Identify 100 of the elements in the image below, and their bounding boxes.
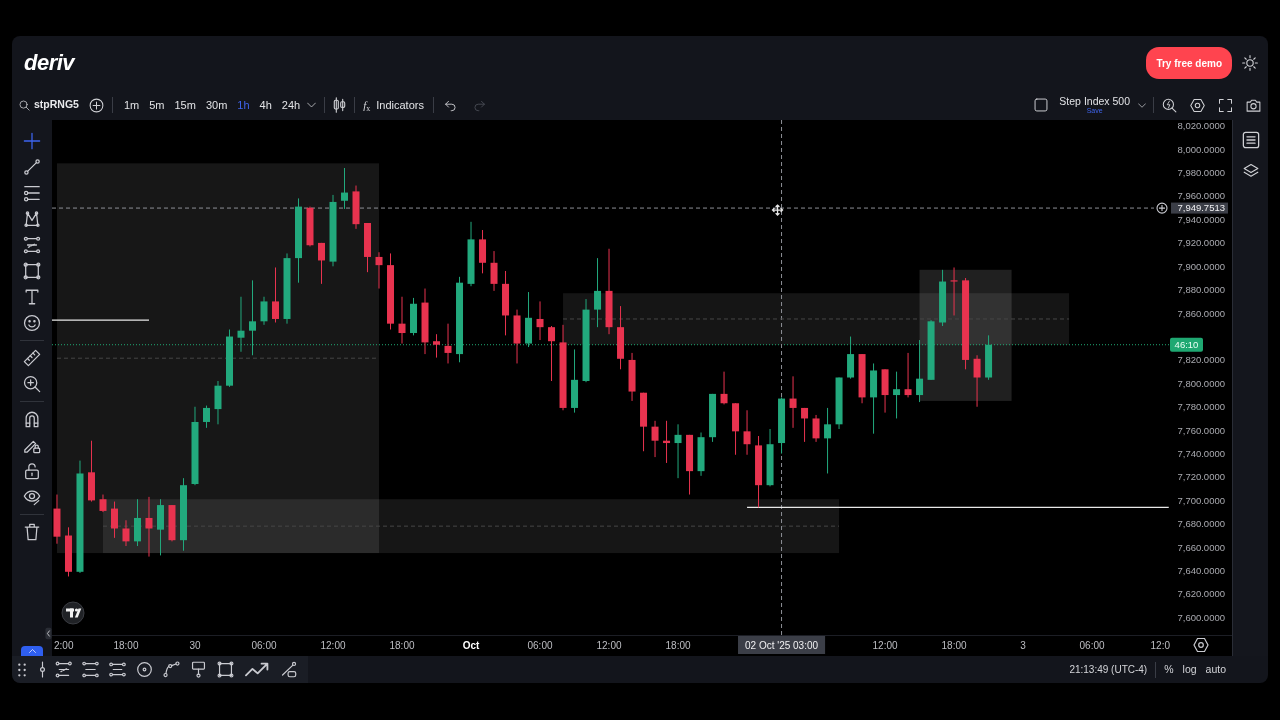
candle	[628, 352, 636, 402]
candle	[824, 407, 832, 474]
candle	[536, 300, 544, 341]
chevron-down-icon[interactable]	[307, 102, 317, 108]
candle	[168, 504, 176, 542]
candle	[686, 434, 694, 496]
interval-tab[interactable]: 30m	[201, 95, 232, 115]
candle	[111, 501, 118, 539]
interval-tab[interactable]: 4h	[255, 95, 276, 115]
settings-icon[interactable]	[1193, 637, 1209, 653]
symbol-search-button[interactable]: stpRNG5	[19, 97, 79, 113]
crosshair-icon[interactable]	[23, 132, 41, 150]
fullscreen-icon[interactable]	[1218, 97, 1233, 113]
chart-layout-name[interactable]: Step Index 500	[1059, 95, 1130, 108]
price-label: 7,820.0000	[1177, 354, 1225, 366]
plus-circle-icon[interactable]	[1156, 202, 1168, 214]
list-icon[interactable]	[1241, 131, 1260, 149]
levels-icon[interactable]	[55, 661, 72, 678]
candle	[53, 494, 61, 545]
candle	[651, 420, 659, 458]
expand-toolbar-button[interactable]	[21, 646, 43, 656]
search-icon	[19, 99, 30, 111]
zigzag-arrow-icon[interactable]	[244, 661, 270, 678]
magnet-icon[interactable]	[23, 410, 41, 428]
line-icon[interactable]	[280, 661, 297, 678]
horizontal-lines-icon[interactable]	[82, 661, 99, 678]
signpost-icon[interactable]	[190, 661, 207, 678]
candle	[421, 288, 429, 355]
candle	[502, 270, 509, 336]
time-label: 30	[189, 640, 201, 651]
interval-tab[interactable]: 5m	[145, 95, 169, 115]
candle	[467, 221, 475, 287]
time-label: 2:00	[54, 640, 74, 651]
price-label: 7,860.0000	[1177, 307, 1225, 319]
scale-option-button[interactable]: log	[1182, 661, 1197, 678]
candle	[433, 333, 440, 359]
time-label: 18:00	[389, 640, 415, 651]
price-label: 8,020.0000	[1177, 120, 1225, 132]
interval-tab[interactable]: 15m	[170, 95, 200, 115]
time-label: 18:00	[665, 640, 691, 651]
levels-icon[interactable]	[23, 236, 41, 254]
candle	[617, 305, 625, 370]
rectangle-icon[interactable]	[217, 661, 234, 678]
interval-tab[interactable]: 1h	[233, 95, 254, 115]
padlock-icon[interactable]	[23, 462, 41, 480]
candle	[766, 428, 774, 487]
line-icon[interactable]	[23, 158, 41, 176]
interval-tab[interactable]: 1m	[119, 95, 144, 115]
drag-handle-icon[interactable]	[18, 662, 26, 677]
price-label: 7,980.0000	[1177, 167, 1225, 179]
candle	[571, 348, 579, 414]
candlestick-chart-icon[interactable]	[333, 97, 347, 113]
curve-icon[interactable]	[163, 661, 180, 678]
rectangle-icon[interactable]	[23, 262, 41, 280]
ruler-icon[interactable]	[23, 349, 41, 367]
pattern-icon[interactable]	[23, 210, 41, 228]
logo: deriv	[24, 52, 75, 74]
chevron-left-icon[interactable]	[45, 627, 52, 640]
chevron-down-icon[interactable]	[1138, 102, 1146, 108]
camera-icon[interactable]	[1246, 97, 1261, 113]
candle	[237, 296, 245, 353]
candle	[444, 323, 452, 364]
time-label: 12:00	[596, 640, 622, 651]
text-tool-icon[interactable]	[23, 288, 41, 306]
scale-option-button[interactable]: auto	[1205, 661, 1226, 678]
eye-icon[interactable]	[23, 488, 41, 506]
circle-target-icon[interactable]	[136, 661, 153, 678]
crosshair-time-label: 02 Oct '25 03:00	[738, 636, 826, 654]
interval-tab[interactable]: 24h	[277, 95, 305, 115]
price-label: 7,780.0000	[1177, 401, 1225, 413]
layers-icon[interactable]	[1241, 163, 1260, 179]
time-label: 3	[1020, 640, 1026, 651]
time-label: 06:00	[251, 640, 277, 651]
trash-icon[interactable]	[23, 523, 41, 541]
parallel-lines-icon[interactable]	[23, 184, 41, 202]
candle	[709, 393, 717, 443]
smiley-icon[interactable]	[23, 314, 41, 332]
price-label: 7,620.0000	[1177, 588, 1225, 600]
crosshair-price-label: 7,949.7513	[1171, 202, 1228, 214]
square-icon[interactable]	[1034, 98, 1049, 112]
candle	[410, 297, 417, 336]
price-label: 7,900.0000	[1177, 260, 1225, 272]
zoom-in-icon[interactable]	[23, 375, 41, 393]
scale-option-button[interactable]: %	[1164, 661, 1174, 678]
candle	[352, 185, 360, 230]
candle	[789, 375, 797, 429]
candle	[594, 257, 602, 328]
lightning-search-icon[interactable]	[1162, 97, 1177, 113]
candle	[640, 392, 648, 452]
sun-icon[interactable]	[1242, 55, 1258, 71]
plus-circle-icon[interactable]	[88, 97, 104, 113]
clock-text: 21:13:49 (UTC-4)	[1069, 663, 1148, 677]
indicators-button[interactable]: f$_{x}$ Indicators	[363, 96, 424, 114]
candle	[306, 206, 314, 247]
candle	[375, 251, 383, 290]
time-label: 06:00	[527, 640, 553, 651]
vertical-line-icon[interactable]	[40, 661, 45, 678]
parallel-lines-icon[interactable]	[109, 661, 126, 678]
settings-icon[interactable]	[1190, 97, 1205, 113]
undo-icon[interactable]	[443, 98, 457, 112]
